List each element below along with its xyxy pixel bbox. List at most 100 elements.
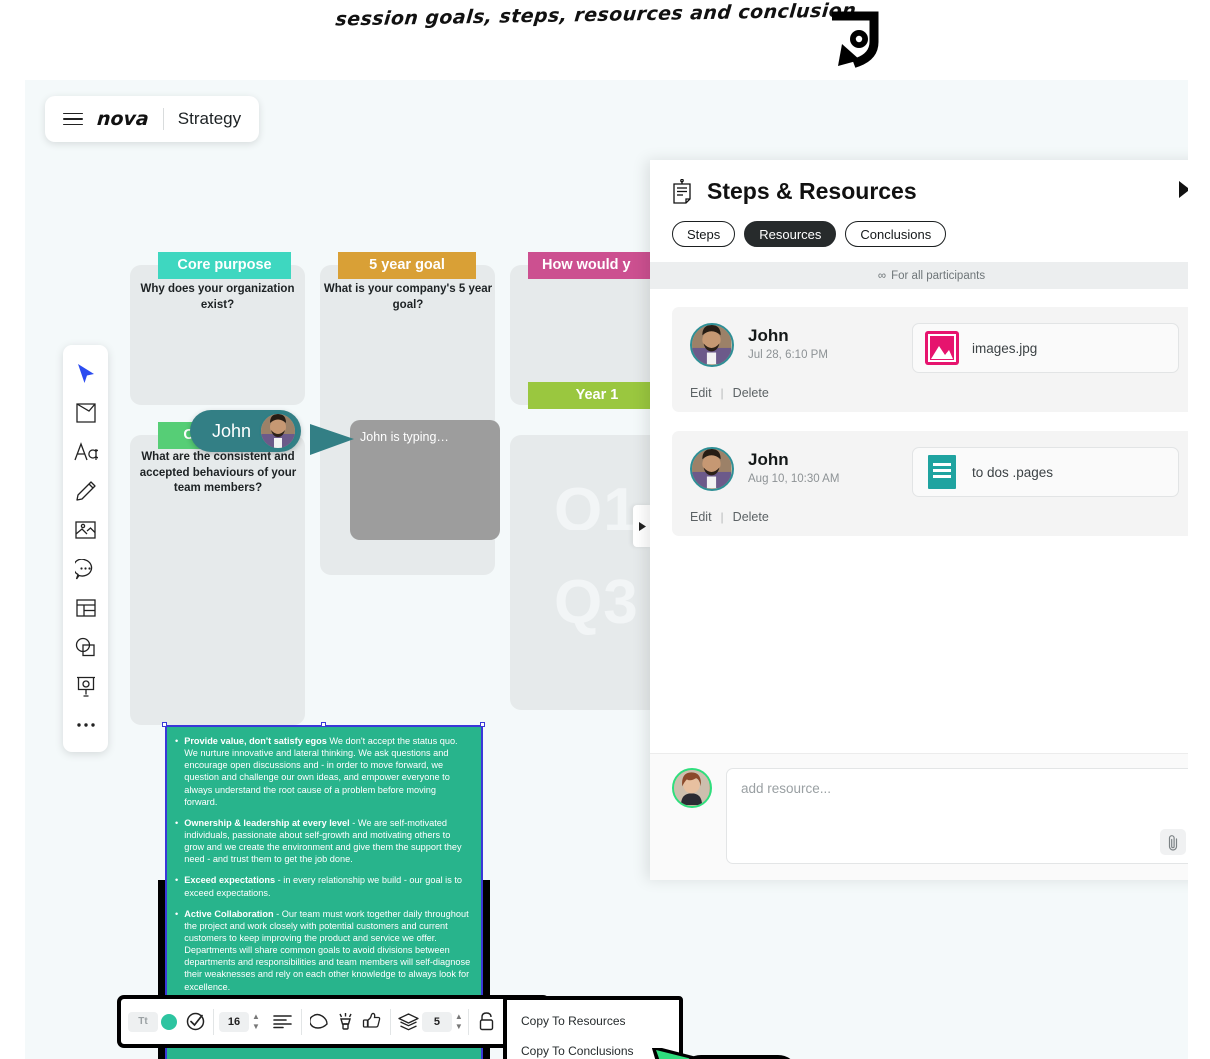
quarter-label-q3: Q3 <box>554 568 639 637</box>
tab-resources[interactable]: Resources <box>744 221 837 247</box>
bullet-dot: • <box>175 817 179 828</box>
note-content: • Provide value, don't satisfy egos We d… <box>167 727 481 993</box>
brand-bar[interactable]: nova Strategy <box>45 96 260 142</box>
tab-conclusions[interactable]: Conclusions <box>845 221 947 247</box>
menu-item-copy-to-resources[interactable]: Copy To Resources <box>507 1006 679 1036</box>
format-toolbar[interactable]: Tt 16 ▲ ▼ 5 ▲ ▼ <box>117 995 550 1048</box>
bullet-dot: • <box>175 736 179 746</box>
bullet-body: We don't accept the status quo. We nurtu… <box>184 736 458 807</box>
note-bullet: • Ownership & leadership at every level … <box>175 817 471 866</box>
layers-icon[interactable] <box>396 1007 422 1037</box>
edit-link[interactable]: Edit <box>690 510 712 524</box>
more-tools[interactable] <box>63 706 108 744</box>
comment-tool[interactable] <box>63 550 108 588</box>
text-style-icon[interactable]: Tt <box>128 1007 158 1037</box>
image-tool[interactable] <box>63 511 108 549</box>
action-separator: | <box>720 386 724 400</box>
avatar <box>672 768 712 808</box>
pen-tool[interactable] <box>63 472 108 510</box>
typing-card[interactable]: John is typing… <box>350 420 500 540</box>
bullet-title: Provide value, don't satisfy egos <box>184 736 327 746</box>
panel-edge-handle[interactable] <box>633 505 651 547</box>
sticky-note-tool[interactable] <box>63 394 108 432</box>
resize-handle[interactable] <box>321 722 326 727</box>
bullet-title: Ownership & leadership at every level <box>184 817 350 828</box>
bullet-body: - Our team must work together daily thro… <box>184 908 471 992</box>
resources-list: John Jul 28, 6:10 PM images.jpg Edit | D… <box>650 289 1188 753</box>
layer-count-stepper[interactable]: ▲ ▼ <box>455 1012 463 1030</box>
file-name: images.jpg <box>972 340 1038 356</box>
thumbs-up-icon[interactable] <box>359 1007 385 1037</box>
note-bullet: • Active Collaboration - Our team must w… <box>175 908 471 993</box>
triangle-right-icon <box>638 521 646 531</box>
divider <box>162 108 164 130</box>
canvas-card-question: Why does your organization exist? <box>140 283 295 311</box>
triangle-right-icon <box>1179 180 1188 198</box>
john-cursor-label[interactable]: John <box>190 410 302 452</box>
color-swatch-icon[interactable] <box>156 1007 182 1037</box>
delete-link[interactable]: Delete <box>733 386 769 400</box>
present-tool[interactable] <box>63 667 108 705</box>
canvas-card-title: 5 year goal <box>338 252 476 279</box>
tab-steps[interactable]: Steps <box>672 221 736 247</box>
resource-card[interactable]: John Jul 28, 6:10 PM images.jpg Edit | D… <box>672 307 1188 412</box>
resize-handle[interactable] <box>480 722 485 727</box>
curved-arrow-down-icon <box>832 11 879 68</box>
panel-title: Steps & Resources <box>707 178 917 204</box>
edit-link[interactable]: Edit <box>690 386 712 400</box>
left-toolbar[interactable] <box>63 345 108 752</box>
hamburger-menu-icon[interactable] <box>63 112 83 126</box>
avatar-image <box>692 325 731 364</box>
composer-area: add resource... <box>650 753 1188 880</box>
avatar <box>690 447 734 491</box>
panel-tabs[interactable]: Steps Resources Conclusions <box>672 221 1188 247</box>
layout-tool[interactable] <box>63 589 108 627</box>
bullet-title: Exceed expectations <box>184 875 276 886</box>
text-tool[interactable] <box>63 433 108 471</box>
resource-card[interactable]: John Aug 10, 10:30 AM to dos .pages Edit… <box>672 431 1188 536</box>
canvas-card-question: What is your company's 5 year goal? <box>323 283 493 311</box>
file-name: to dos .pages <box>972 464 1054 480</box>
panel-collapse-button[interactable] <box>1178 180 1188 203</box>
file-chip[interactable]: to dos .pages <box>912 447 1179 497</box>
resource-timestamp: Jul 28, 6:10 PM <box>748 349 828 361</box>
canvas-card-title: Core purpose <box>158 252 291 279</box>
resource-actions[interactable]: Edit | Delete <box>690 510 1179 524</box>
john-cursor-text: John <box>212 420 252 441</box>
scope-label: For all participants <box>891 269 986 282</box>
resource-author: John <box>748 450 789 469</box>
delete-link[interactable]: Delete <box>733 510 769 524</box>
check-circle-icon[interactable] <box>182 1007 208 1037</box>
avatar-image <box>674 770 709 805</box>
lock-icon[interactable] <box>474 1007 500 1037</box>
john-pointer-arrow-icon <box>310 424 354 455</box>
paperclip-icon[interactable] <box>1160 829 1186 855</box>
layer-count-value[interactable]: 5 <box>421 1011 452 1032</box>
bullet-dot: • <box>175 908 179 919</box>
sarah-cursor-label[interactable]: Sarah <box>680 1055 800 1059</box>
annotation-text: session goals, steps, resources and conc… <box>334 0 858 31</box>
font-size-stepper[interactable]: ▲ ▼ <box>252 1012 260 1030</box>
font-size-value[interactable]: 16 <box>219 1011 249 1032</box>
file-chip[interactable]: images.jpg <box>912 323 1179 373</box>
shape-icon[interactable] <box>307 1007 333 1037</box>
cursor-tool[interactable] <box>63 355 108 393</box>
document-file-icon <box>928 455 956 489</box>
resize-handle[interactable] <box>162 722 167 727</box>
bullet-title: Active Collaboration <box>184 908 274 919</box>
avatar-image <box>261 414 296 448</box>
composer-placeholder: add resource... <box>741 781 832 796</box>
avatar <box>259 412 298 450</box>
align-left-icon[interactable] <box>270 1007 296 1037</box>
avatar <box>690 323 734 367</box>
resource-actions[interactable]: Edit | Delete <box>690 386 1179 400</box>
brand-logo: nova <box>96 108 150 130</box>
add-resource-input[interactable]: add resource... <box>726 768 1188 864</box>
shape-tool[interactable] <box>63 628 108 666</box>
note-bullet: • Provide value, don't satisfy egos We d… <box>175 735 471 808</box>
panel-header: Steps & Resources Steps Resources Conclu… <box>650 160 1188 247</box>
highlighter-icon[interactable] <box>333 1007 359 1037</box>
resource-author: John <box>748 326 789 345</box>
avatar-image <box>692 449 731 488</box>
resource-timestamp: Aug 10, 10:30 AM <box>748 473 840 485</box>
